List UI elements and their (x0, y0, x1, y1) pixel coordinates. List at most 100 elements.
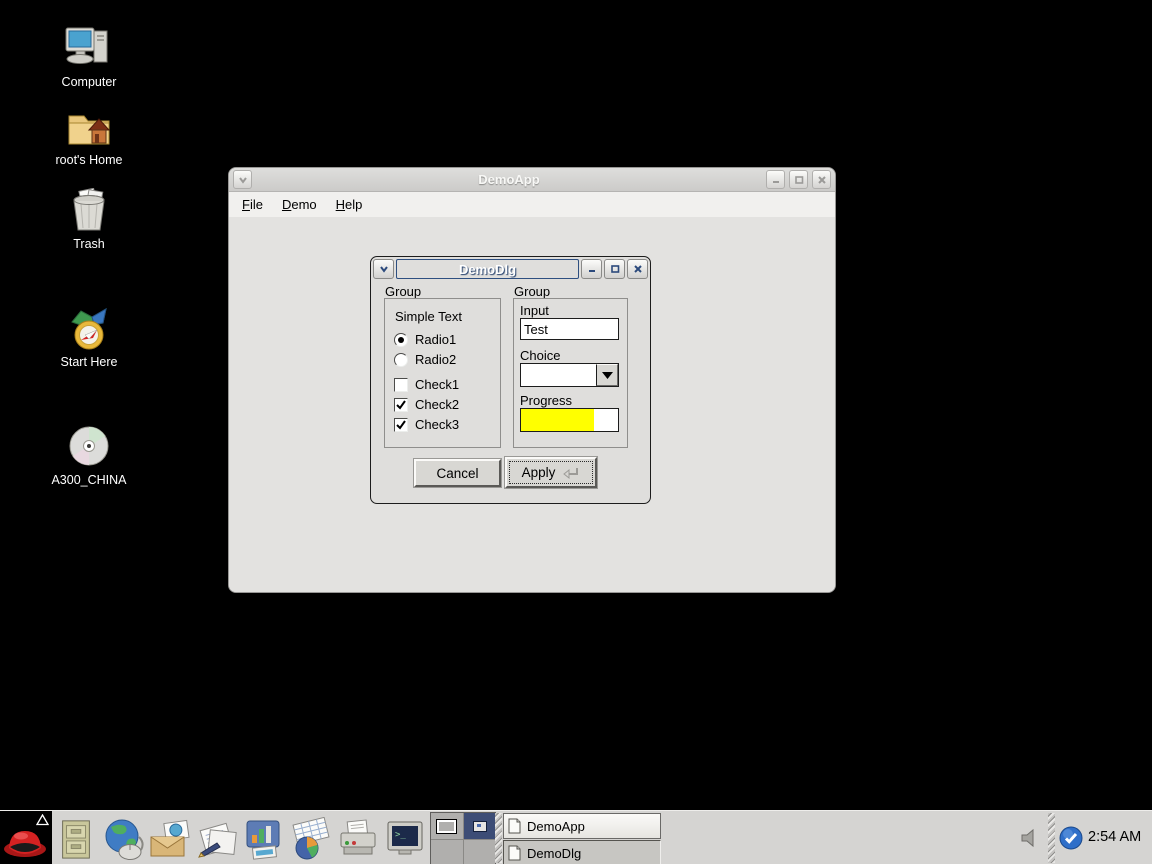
menu-file[interactable]: File (242, 197, 263, 212)
launcher-terminal[interactable]: >_ (381, 815, 428, 862)
dialog-close-button[interactable] (627, 259, 648, 279)
input-field[interactable] (520, 318, 619, 340)
desktop-icon-label: Trash (29, 237, 149, 251)
launcher-web-browser[interactable] (99, 815, 146, 862)
cdrom-icon (66, 424, 112, 470)
checkmark-icon (395, 419, 407, 431)
simple-text-label: Simple Text (395, 309, 462, 324)
menu-accel: F (242, 197, 250, 212)
menu-accel: H (336, 197, 345, 212)
speaker-icon (1020, 828, 1040, 848)
dialog-maximize-button[interactable] (604, 259, 625, 279)
desktop-icon-a300-china[interactable]: A300_CHINA (29, 424, 149, 487)
printer-icon (336, 817, 380, 861)
checkbox-icon (394, 418, 408, 432)
update-check-icon (1059, 826, 1083, 850)
desktop-icon-computer[interactable]: Computer (29, 26, 149, 89)
minimize-button[interactable] (766, 170, 785, 189)
presentation-icon (242, 817, 286, 861)
choice-value (521, 364, 596, 386)
menu-triangle-icon (36, 814, 49, 826)
menu-demo[interactable]: Demo (282, 197, 317, 212)
home-folder-icon (64, 104, 114, 150)
volume-applet[interactable] (1020, 828, 1040, 851)
task-button-demodlg[interactable]: DemoDlg (503, 840, 661, 864)
maximize-button[interactable] (789, 170, 808, 189)
menu-rest: elp (345, 197, 362, 212)
cancel-button[interactable]: Cancel (414, 459, 501, 487)
launcher-printer[interactable] (334, 815, 381, 862)
launcher-word-processor[interactable] (193, 815, 240, 862)
taskbar-panel: >_ DemoApp (0, 810, 1152, 864)
clock[interactable]: 2:54 AM (1088, 829, 1141, 845)
dialog-title: DemoDlg (459, 262, 516, 277)
desktop-icon-label: root's Home (29, 153, 149, 167)
left-group-label: Group (385, 284, 421, 299)
right-groupbox: Input Choice Progress (513, 298, 628, 448)
right-group-label: Group (514, 284, 550, 299)
menu-rest: emo (291, 197, 316, 212)
checkbox-check3[interactable]: Check3 (394, 417, 459, 432)
checkbox-icon (394, 398, 408, 412)
cancel-button-label: Cancel (436, 466, 478, 481)
workspace-pager (430, 812, 496, 864)
start-here-icon (64, 306, 114, 352)
demodlg-titlebar[interactable]: DemoDlg (373, 259, 648, 279)
combo-dropdown-button[interactable] (596, 364, 618, 386)
radio-radio1[interactable]: Radio1 (394, 332, 456, 347)
menu-accel: D (282, 197, 291, 212)
window-list: DemoApp DemoDlg (503, 813, 661, 864)
launcher-presentation[interactable] (240, 815, 287, 862)
demoapp-titlebar[interactable]: DemoApp (229, 168, 835, 192)
desktop-icon-label: Computer (29, 75, 149, 89)
enter-key-icon (562, 466, 580, 480)
dialog-title-area[interactable]: DemoDlg (396, 259, 579, 279)
panel-drag-handle[interactable] (495, 813, 502, 863)
workspace-4[interactable] (464, 840, 496, 864)
workspace-1[interactable] (431, 813, 463, 839)
dialog-menu-button[interactable] (373, 259, 394, 279)
spreadsheet-icon (289, 817, 333, 861)
progress-bar (520, 408, 619, 432)
launcher-spreadsheet[interactable] (287, 815, 334, 862)
close-button[interactable] (812, 170, 831, 189)
checkbox-check1[interactable]: Check1 (394, 377, 459, 392)
launcher-file-manager[interactable] (52, 815, 99, 862)
radio-radio2[interactable]: Radio2 (394, 352, 456, 367)
dialog-demodlg: DemoDlg Group Simple Text Radio1 Radio2 (370, 256, 651, 504)
pager-window-outline (436, 819, 457, 834)
radio-icon (394, 333, 408, 347)
document-icon (508, 818, 521, 834)
apply-button[interactable]: Apply (505, 457, 597, 488)
apply-button-label: Apply (522, 465, 556, 480)
checkmark-icon (395, 399, 407, 411)
panel-drag-handle[interactable] (1048, 813, 1055, 863)
chevron-down-icon (237, 174, 249, 186)
update-notifier-applet[interactable] (1059, 826, 1083, 853)
main-menu-button[interactable] (0, 811, 52, 864)
chevron-down-icon (378, 263, 390, 275)
radio-label: Radio1 (415, 332, 456, 347)
pager-window-small (473, 821, 487, 832)
task-button-label: DemoDlg (527, 846, 581, 861)
desktop-icon-label: A300_CHINA (29, 473, 149, 487)
checkbox-icon (394, 378, 408, 392)
launcher-email[interactable] (146, 815, 193, 862)
checkbox-label: Check1 (415, 377, 459, 392)
desktop-icon-roots-home[interactable]: root's Home (29, 104, 149, 167)
dialog-minimize-button[interactable] (581, 259, 602, 279)
choice-combobox[interactable] (520, 363, 619, 387)
left-groupbox: Simple Text Radio1 Radio2 Check1 Check2 (384, 298, 501, 448)
task-button-demoapp[interactable]: DemoApp (503, 813, 661, 839)
window-menu-button[interactable] (233, 170, 252, 189)
desktop-icon-start-here[interactable]: Start Here (29, 306, 149, 369)
menu-help[interactable]: Help (336, 197, 363, 212)
workspace-3[interactable] (431, 840, 463, 864)
desktop: Computer root's Home Trash (0, 0, 1152, 864)
desktop-icon-trash[interactable]: Trash (29, 188, 149, 251)
close-icon (816, 174, 828, 186)
terminal-icon: >_ (383, 817, 427, 861)
checkbox-label: Check2 (415, 397, 459, 412)
workspace-2-active[interactable] (464, 813, 496, 839)
checkbox-check2[interactable]: Check2 (394, 397, 459, 412)
